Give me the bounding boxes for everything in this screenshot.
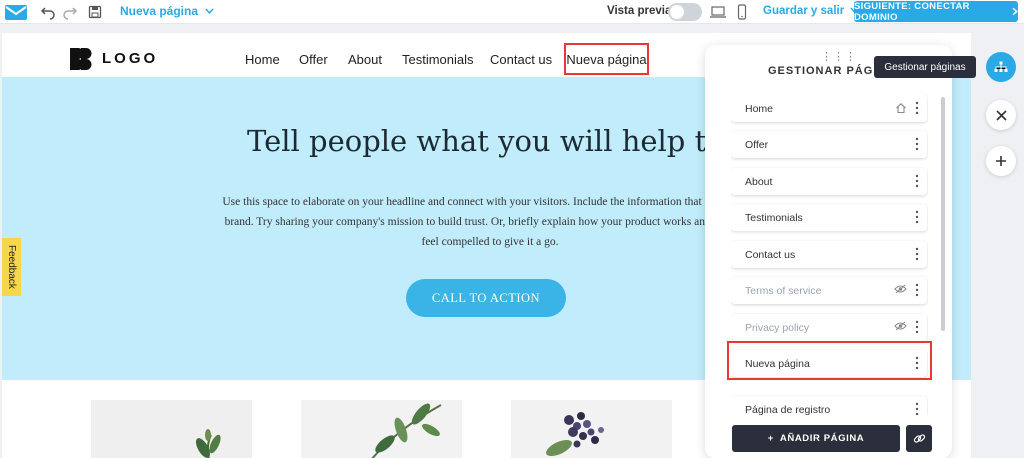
save-and-exit-label: Guardar y salir (763, 5, 845, 17)
page-item-label: Home (745, 103, 774, 115)
highlight-box (727, 341, 932, 380)
more-options-icon[interactable] (914, 174, 920, 188)
next-connect-domain-button[interactable]: SIGUIENTE: CONECTAR DOMINIO (854, 0, 1018, 23)
next-button-label: SIGUIENTE: CONECTAR DOMINIO (854, 0, 970, 23)
page-selector[interactable]: Nueva página (120, 4, 214, 18)
manage-pages-button[interactable] (986, 52, 1016, 82)
save-disk-icon[interactable] (87, 4, 103, 20)
more-options-icon[interactable] (914, 137, 920, 151)
page-item-testimonials[interactable]: Testimonials (731, 204, 927, 231)
nav-link-contact[interactable]: Contact us (490, 52, 552, 67)
undo-icon[interactable] (40, 4, 56, 20)
page-item-offer[interactable]: Offer (731, 131, 927, 158)
page-item-label: Contact us (745, 249, 796, 261)
more-options-icon[interactable] (914, 320, 920, 334)
redo-icon[interactable] (62, 4, 78, 20)
page-item-label: Terms of service (745, 285, 822, 297)
more-options-icon[interactable] (914, 101, 920, 115)
nav-link-testimonials[interactable]: Testimonials (402, 52, 474, 67)
page-item-label: Testimonials (745, 212, 803, 224)
chevron-right-icon (1012, 7, 1018, 16)
desktop-view-icon[interactable] (709, 4, 727, 20)
nav-link-home[interactable]: Home (245, 52, 280, 67)
nav-link-about[interactable]: About (348, 52, 382, 67)
berry-branch-icon (511, 400, 672, 458)
more-options-icon[interactable] (914, 402, 920, 415)
mobile-view-icon[interactable] (734, 4, 750, 20)
more-options-icon[interactable] (914, 247, 920, 261)
page-item-terms[interactable]: Terms of service (731, 277, 927, 304)
page-item-home[interactable]: Home (731, 95, 927, 122)
plus-icon: + (767, 433, 774, 444)
page-item-label: Privacy policy (745, 322, 810, 334)
scrollbar[interactable] (941, 97, 945, 331)
chevron-down-icon (205, 8, 214, 15)
feedback-tab[interactable]: Feedback (2, 238, 21, 296)
home-icon (896, 103, 906, 114)
close-button[interactable] (986, 100, 1016, 130)
page-item-label: Offer (745, 139, 769, 151)
toggle-knob (670, 5, 684, 19)
add-button[interactable] (986, 146, 1016, 176)
sitemap-icon (994, 61, 1008, 72)
plant-leaves-icon (301, 400, 462, 458)
page-item-label: Página de registro (745, 404, 831, 415)
link-button[interactable] (906, 425, 932, 452)
page-item-label: About (745, 176, 773, 188)
page-selector-label: Nueva página (120, 4, 199, 18)
plant-leaves-icon (91, 400, 252, 458)
more-options-icon[interactable] (914, 283, 920, 297)
drag-handle-icon[interactable]: ⋮⋮⋮ (821, 50, 857, 63)
page-item-privacy[interactable]: Privacy policy (731, 314, 927, 341)
plus-icon (996, 156, 1006, 166)
plant-image[interactable] (91, 400, 252, 458)
editor-toolbar: Nueva página Vista previa Guardar y sali… (0, 0, 1024, 24)
close-icon (995, 109, 1007, 121)
call-to-action-button[interactable]: CALL TO ACTION (406, 279, 566, 317)
page-item-registration[interactable]: Página de registro (731, 396, 927, 415)
add-page-button[interactable]: + AÑADIR PÁGINA (732, 425, 900, 452)
plant-image[interactable] (301, 400, 462, 458)
page-item-about[interactable]: About (731, 168, 927, 195)
link-icon (913, 434, 925, 443)
page-item-contact[interactable]: Contact us (731, 241, 927, 268)
save-and-exit-button[interactable]: Guardar y salir (763, 5, 859, 17)
nav-link-offer[interactable]: Offer (299, 52, 328, 67)
add-page-label: AÑADIR PÁGINA (779, 433, 865, 444)
logo-text: LOGO (102, 50, 159, 67)
eye-hidden-icon[interactable] (894, 321, 907, 331)
nav-new-page-label: Nueva página (566, 51, 647, 67)
more-options-icon[interactable] (914, 210, 920, 224)
eye-hidden-icon[interactable] (894, 284, 907, 294)
plant-image[interactable] (511, 400, 672, 458)
preview-label: Vista previa (607, 5, 672, 17)
nav-link-new-page[interactable]: Nueva página (564, 43, 649, 75)
manage-pages-panel: ⋮⋮⋮ GESTIONAR PÁGINAS Home Offer About T… (705, 45, 952, 458)
mail-logo-icon[interactable] (4, 2, 28, 22)
preview-toggle[interactable] (668, 3, 702, 21)
tooltip: Gestionar páginas (874, 56, 976, 78)
logo-mark-icon (70, 48, 92, 70)
